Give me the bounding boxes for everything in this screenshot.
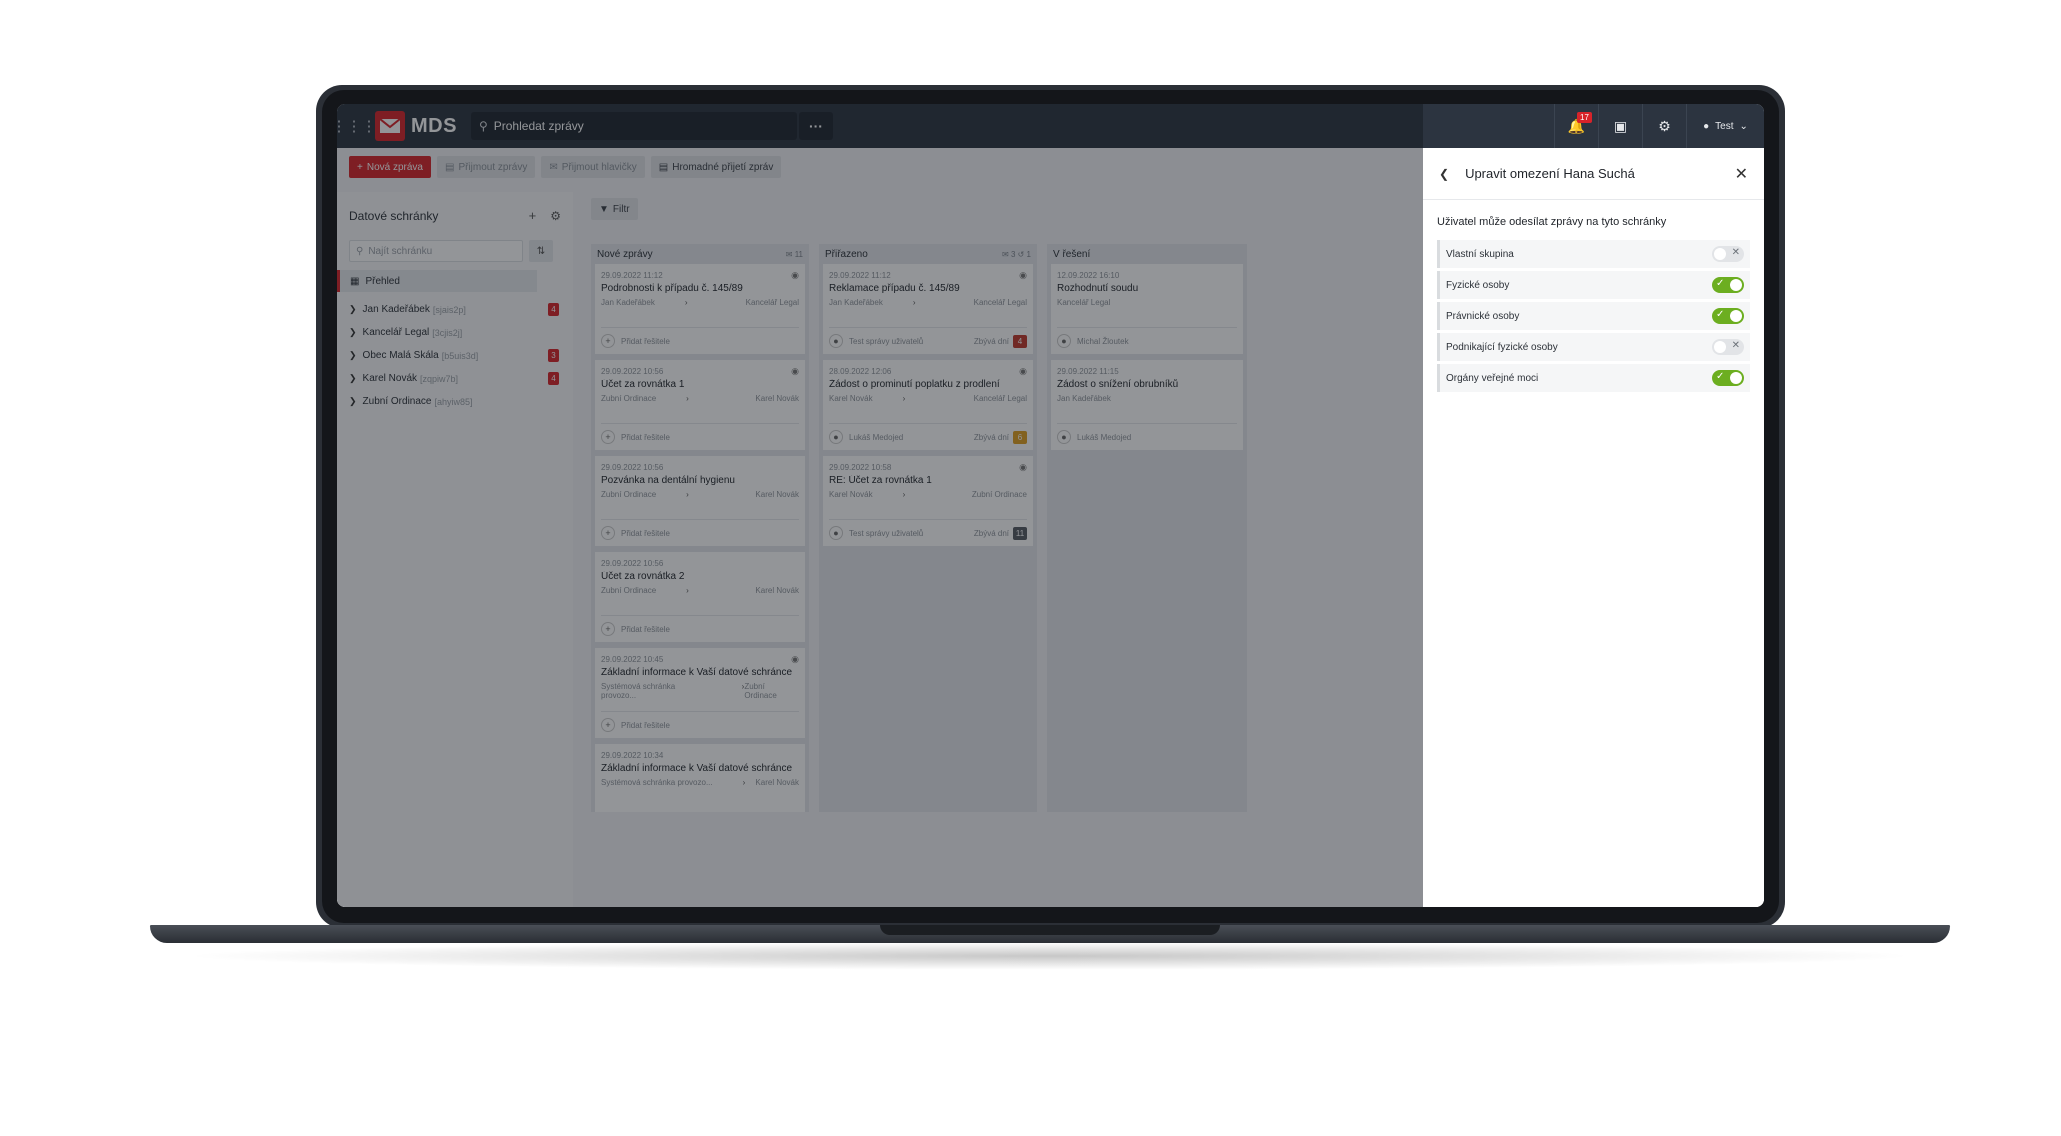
close-icon[interactable]: ✕ <box>1735 164 1748 184</box>
laptop-shadow <box>180 942 1920 970</box>
toggle-knob <box>1730 372 1742 384</box>
check-icon: ✓ <box>1716 309 1725 320</box>
user-name: Test <box>1715 120 1734 132</box>
toggle-knob <box>1714 341 1726 353</box>
toggle-knob <box>1714 248 1726 260</box>
chevron-down-icon: ⌄ <box>1739 120 1748 132</box>
permission-toggle[interactable]: ✓ <box>1712 308 1744 324</box>
screen: ⋮⋮⋮ MDS ⚲ Prohledat zprávy ··· 🔔 17 ▣ ⚙ … <box>337 104 1764 907</box>
permission-toggle[interactable]: ✓ <box>1712 277 1744 293</box>
user-menu[interactable]: ● Test ⌄ <box>1686 104 1764 148</box>
permission-row: Orgány veřejné moci ✓ <box>1437 364 1750 392</box>
notifications-button[interactable]: 🔔 17 <box>1554 104 1598 148</box>
permission-label: Podnikající fyzické osoby <box>1446 341 1558 353</box>
modal-backdrop[interactable] <box>337 104 1423 907</box>
settings-button[interactable]: ⚙ <box>1642 104 1686 148</box>
notifications-badge: 17 <box>1577 112 1592 123</box>
permission-label: Fyzické osoby <box>1446 279 1510 291</box>
permission-list: Vlastní skupina ✕ Fyzické osoby ✓ Právni… <box>1423 240 1764 392</box>
check-icon: ✓ <box>1716 278 1725 289</box>
panel-subtitle: Uživatel může odesílat zprávy na tyto sc… <box>1437 216 1667 228</box>
cross-icon: ✕ <box>1731 340 1740 351</box>
permission-toggle[interactable]: ✓ <box>1712 370 1744 386</box>
cross-icon: ✕ <box>1731 247 1740 258</box>
permission-row: Vlastní skupina ✕ <box>1437 240 1750 268</box>
laptop-notch <box>880 925 1220 935</box>
panel-title: Upravit omezení Hana Suchá <box>1465 166 1635 181</box>
gear-icon: ⚙ <box>1658 117 1671 134</box>
permission-toggle[interactable]: ✕ <box>1712 246 1744 262</box>
edit-restrictions-panel: ❮ Upravit omezení Hana Suchá ✕ Uživatel … <box>1423 148 1764 907</box>
panel-header: ❮ Upravit omezení Hana Suchá ✕ <box>1423 148 1764 200</box>
toggle-knob <box>1730 279 1742 291</box>
check-icon: ✓ <box>1716 371 1725 382</box>
permission-row: Podnikající fyzické osoby ✕ <box>1437 333 1750 361</box>
permission-label: Orgány veřejné moci <box>1446 372 1539 384</box>
topbar-actions: 🔔 17 ▣ ⚙ ● Test ⌄ <box>1554 104 1764 148</box>
permission-toggle[interactable]: ✕ <box>1712 339 1744 355</box>
permission-label: Vlastní skupina <box>1446 248 1514 260</box>
contacts-button[interactable]: ▣ <box>1598 104 1642 148</box>
toggle-knob <box>1730 310 1742 322</box>
permission-row: Fyzické osoby ✓ <box>1437 271 1750 299</box>
user-icon: ● <box>1703 120 1710 132</box>
permission-label: Právnické osoby <box>1446 310 1520 322</box>
contact-book-icon: ▣ <box>1613 117 1628 134</box>
back-chevron-icon[interactable]: ❮ <box>1439 167 1449 181</box>
permission-row: Právnické osoby ✓ <box>1437 302 1750 330</box>
